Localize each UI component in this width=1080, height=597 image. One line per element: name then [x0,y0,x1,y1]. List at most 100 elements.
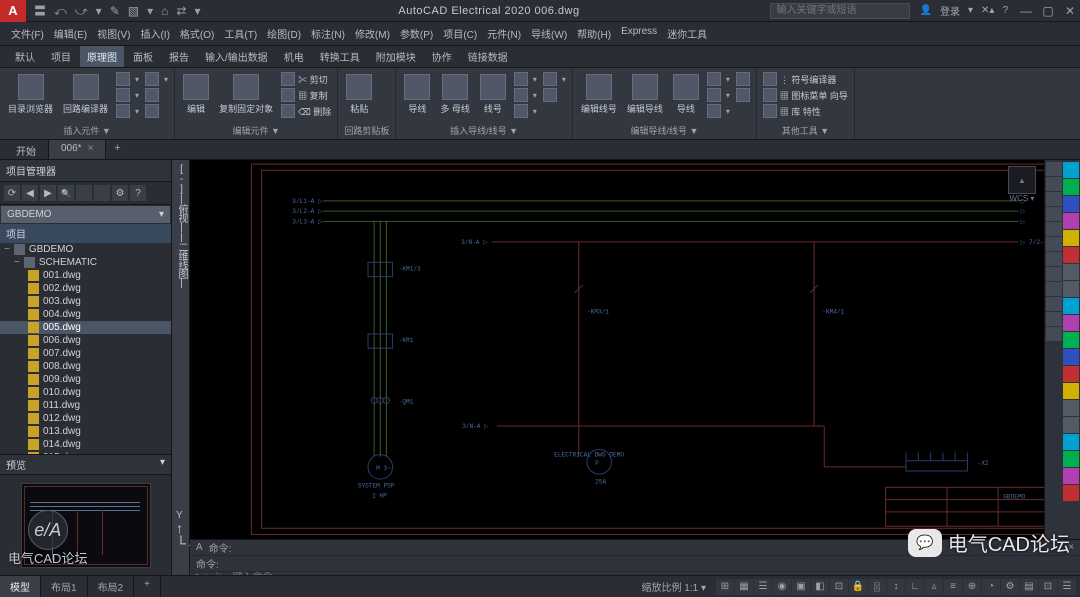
help-icon[interactable] [130,185,146,201]
cmd-expand-icon[interactable]: ▴ [1069,572,1074,575]
status-icon-18[interactable]: ☰ [1058,579,1076,595]
status-icon-3[interactable]: ◉ [773,579,791,595]
layer-color-red[interactable] [1063,247,1079,263]
delete-button[interactable]: ⌫ 删除 [281,104,331,118]
rbn-small-4d[interactable]: ▾ [543,72,566,86]
app-logo[interactable]: A [0,0,26,22]
multi-bus-button[interactable]: 多 母线 [438,72,472,117]
pm-tool-6[interactable] [94,185,110,201]
rbn-small-1f[interactable] [145,104,168,118]
rtb2-0[interactable] [1046,162,1062,176]
edit-wirenum-button[interactable]: 编辑线号 [579,72,619,117]
tree-file[interactable]: 009.dwg [0,373,171,386]
symbol-builder-button[interactable]: ⋮ 符号编译器 [763,72,848,86]
menu-item[interactable]: 项目(C) [440,24,480,43]
login-link[interactable]: 登录 [940,3,960,18]
rtb-12[interactable] [1063,366,1079,382]
paste-button[interactable]: 粘贴 [344,72,374,117]
catalog-browser-button[interactable]: 目录浏览器 [6,72,55,117]
menu-item[interactable]: 编辑(E) [51,24,90,43]
rbn-small-4e[interactable] [543,88,566,102]
layer-color-blue[interactable] [1063,196,1079,212]
rtb2-1[interactable] [1046,177,1062,191]
nav-right-icon[interactable] [40,185,56,201]
tree-folder[interactable]: −GBDEMO [0,243,171,256]
add-layout-button[interactable]: + [134,576,161,597]
menu-item[interactable]: 绘图(D) [264,24,304,43]
rtb2-6[interactable] [1046,252,1062,266]
menu-item[interactable]: 工具(T) [221,24,260,43]
rtb-18[interactable] [1063,468,1079,484]
tree-file[interactable]: 011.dwg [0,399,171,412]
rtb-19[interactable] [1063,485,1079,501]
ribbon-tab[interactable]: 机电 [277,46,311,67]
rtb-8[interactable] [1063,298,1079,314]
layout-tab[interactable]: 布局1 [41,576,88,597]
rbn-small-1b[interactable]: ▾ [116,88,139,102]
command-input[interactable] [215,572,1063,575]
layout-tab[interactable]: 模型 [0,576,41,597]
tree-file[interactable]: 001.dwg [0,269,171,282]
menu-item[interactable]: 插入(I) [137,24,172,43]
status-icon-16[interactable]: ▤ [1020,579,1038,595]
ribbon-tab[interactable]: 项目 [44,46,78,67]
status-icon-12[interactable]: ≡ [944,579,962,595]
menu-item[interactable]: 元件(N) [484,24,524,43]
rbn-small-5c[interactable]: ▾ [707,104,730,118]
project-selector[interactable]: GBDEMO▾ [1,206,170,223]
qat-6[interactable]: ▾ [147,0,153,22]
qat-7[interactable]: ⌂ [161,0,168,22]
rbn-small-5a[interactable]: ▾ [707,72,730,86]
doc-tab[interactable]: 开始 [4,140,49,159]
qat-0[interactable]: 〓 [34,0,46,22]
layout-tab[interactable]: 布局2 [88,576,135,597]
rbn-small-5e[interactable] [736,88,750,102]
settings-icon[interactable] [112,185,128,201]
menu-item[interactable]: 迷你工具 [664,24,710,43]
new-tab-button[interactable]: + [106,140,128,159]
ribbon-tab[interactable]: 面板 [126,46,160,67]
qat-9[interactable]: ▾ [194,0,200,22]
rtb2-2[interactable] [1046,192,1062,206]
status-icon-6[interactable]: ⊡ [830,579,848,595]
rtb2-3[interactable] [1046,207,1062,221]
tree-file[interactable]: 013.dwg [0,425,171,438]
expander-icon[interactable]: − [4,244,10,255]
rtb2-10[interactable] [1046,312,1062,326]
rbn-small-1c[interactable]: ▾ [116,104,139,118]
menu-item[interactable]: 文件(F) [8,24,47,43]
status-icon-11[interactable]: ▵ [925,579,943,595]
help-dropdown[interactable]: ▾ [968,5,973,16]
help-icon[interactable]: ? [1002,5,1008,16]
layer-color-green[interactable] [1063,179,1079,195]
status-icon-14[interactable]: ◔ [982,579,1000,595]
tree-file[interactable]: 007.dwg [0,347,171,360]
rbn-small-4c[interactable]: ▾ [514,104,537,118]
rtb-6[interactable] [1063,264,1079,280]
tree-file[interactable]: 003.dwg [0,295,171,308]
search-input[interactable] [770,3,910,19]
menu-item[interactable]: 格式(O) [177,24,217,43]
rtb2-8[interactable] [1046,282,1062,296]
project-tree[interactable]: −GBDEMO−SCHEMATIC001.dwg002.dwg003.dwg00… [0,243,171,454]
qat-8[interactable]: ⇄ [176,0,186,22]
rtb2-4[interactable] [1046,222,1062,236]
wire2-button[interactable]: 导线 [671,72,701,117]
ribbon-tab[interactable]: 原理图 [80,46,124,67]
circuit-builder-button[interactable]: 回路编译器 [61,72,110,117]
nav-left-icon[interactable] [22,185,38,201]
ribbon-tab[interactable]: 链接数据 [461,46,515,67]
rtb-15[interactable] [1063,417,1079,433]
menu-item[interactable]: Express [618,24,660,43]
status-icon-0[interactable]: ⊞ [716,579,734,595]
tree-file[interactable]: 010.dwg [0,386,171,399]
status-icon-7[interactable]: 🔒 [849,579,867,595]
status-icon-8[interactable]: 〿 [868,579,886,595]
status-icon-15[interactable]: ⚙ [1001,579,1019,595]
menu-item[interactable]: 标注(N) [308,24,348,43]
layer-color-yellow[interactable] [1063,230,1079,246]
menu-item[interactable]: 导线(W) [528,24,570,43]
edit-wire-button[interactable]: 编辑导线 [625,72,665,117]
close-icon[interactable]: ✕ [1060,4,1080,18]
maximize-icon[interactable]: ▢ [1038,4,1058,18]
